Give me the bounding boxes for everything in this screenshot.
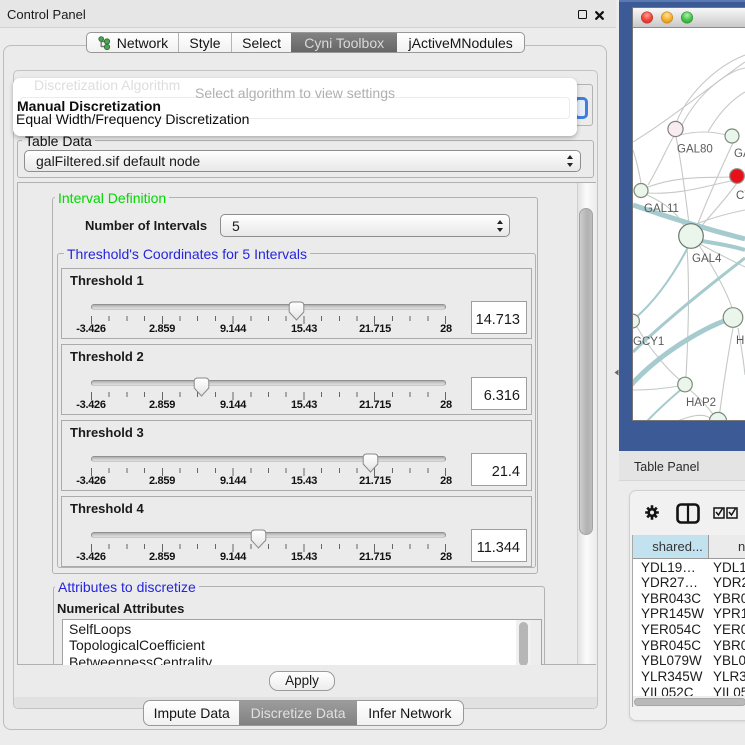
svg-text:GAL4: GAL4	[692, 253, 722, 265]
svg-text:GCY1: GCY1	[633, 336, 664, 348]
svg-text:GAL11: GAL11	[644, 203, 679, 215]
svg-text:GAL80: GAL80	[677, 144, 713, 156]
svg-text:HAP2: HAP2	[686, 397, 716, 409]
svg-text:GAL3: GAL3	[734, 148, 745, 160]
svg-text:HIS5: HIS5	[736, 335, 745, 347]
svg-text:CYC1: CYC1	[736, 190, 745, 202]
